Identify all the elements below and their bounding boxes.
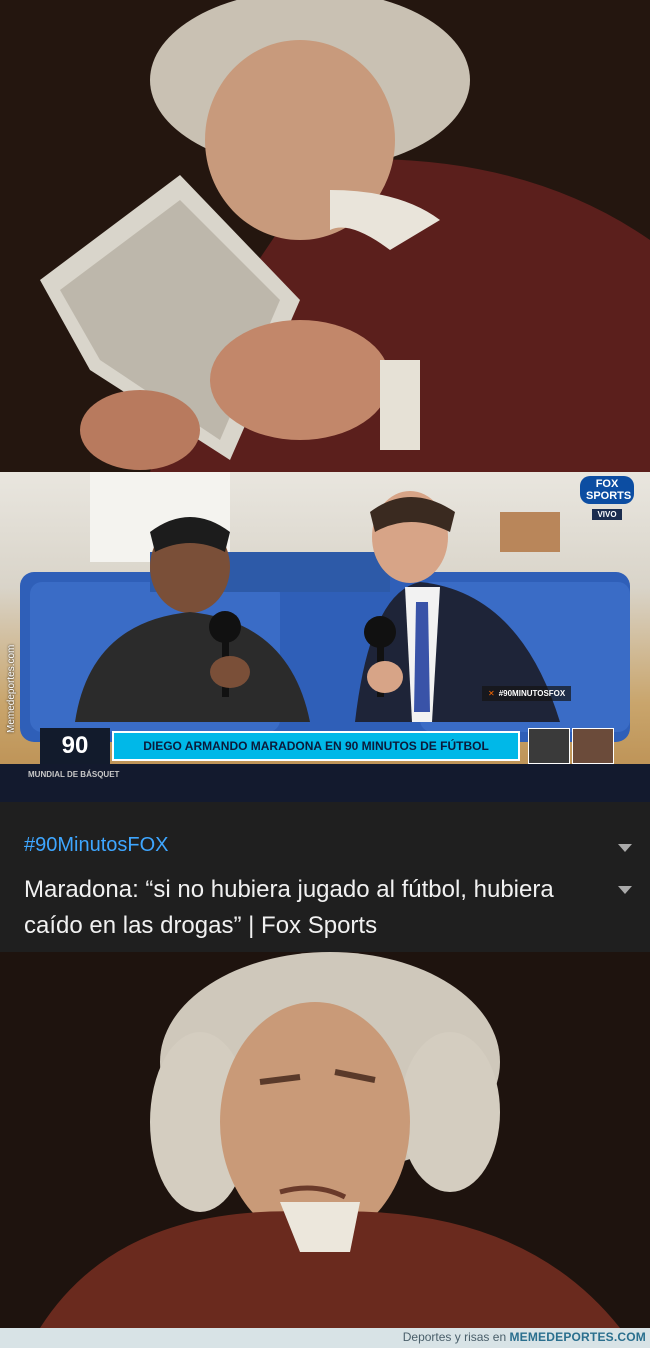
team-crest-thumbnail: [528, 728, 570, 764]
footer-prefix: Deportes y risas en: [402, 1330, 510, 1344]
video-title-card: #90MinutosFOX Maradona: “si no hubiera j…: [0, 802, 650, 952]
guest-thumbnail: [572, 728, 614, 764]
hashtag-chip-text: #90MINUTOSFOX: [498, 689, 566, 698]
man-reading-painting: [0, 0, 650, 472]
hashtag-chip: ✕ #90MINUTOSFOX: [482, 686, 572, 701]
headline-banner: DIEGO ARMANDO MARADONA EN 90 MINUTOS DE …: [112, 731, 520, 761]
ticker-label: MUNDIAL DE BÁSQUET: [28, 770, 120, 779]
footer-credit: Deportes y risas en MEMEDEPORTES.COM: [403, 1330, 646, 1344]
side-watermark-text: Memedeportes.com: [6, 644, 17, 733]
footer-site-link[interactable]: MEMEDEPORTES.COM: [509, 1330, 646, 1344]
hashtag-link[interactable]: #90MinutosFOX: [24, 834, 169, 857]
channel-logo: FOX SPORTS VIVO: [580, 476, 634, 520]
ticker-bar: MUNDIAL DE BÁSQUET: [0, 764, 650, 802]
show-logo: 90: [40, 728, 110, 764]
footer-bar: Deportes y risas en MEMEDEPORTES.COM: [0, 1328, 650, 1348]
side-watermark: Memedeportes.com: [2, 615, 26, 735]
video-title[interactable]: Maradona: “si no hubiera jugado al fútbo…: [24, 872, 584, 944]
lower-third: 90 DIEGO ARMANDO MARADONA EN 90 MINUTOS …: [40, 728, 614, 764]
live-badge: VIVO: [592, 509, 622, 520]
top-painting-panel: [0, 0, 650, 472]
description-chevron-icon[interactable]: [616, 884, 634, 896]
bottom-painting-panel: [0, 952, 650, 1328]
skeptical-man-painting: [0, 952, 650, 1328]
x-icon: ✕: [488, 689, 495, 698]
expand-chevron-icon[interactable]: [616, 842, 634, 854]
fox-sports-logo: FOX SPORTS: [580, 476, 634, 504]
